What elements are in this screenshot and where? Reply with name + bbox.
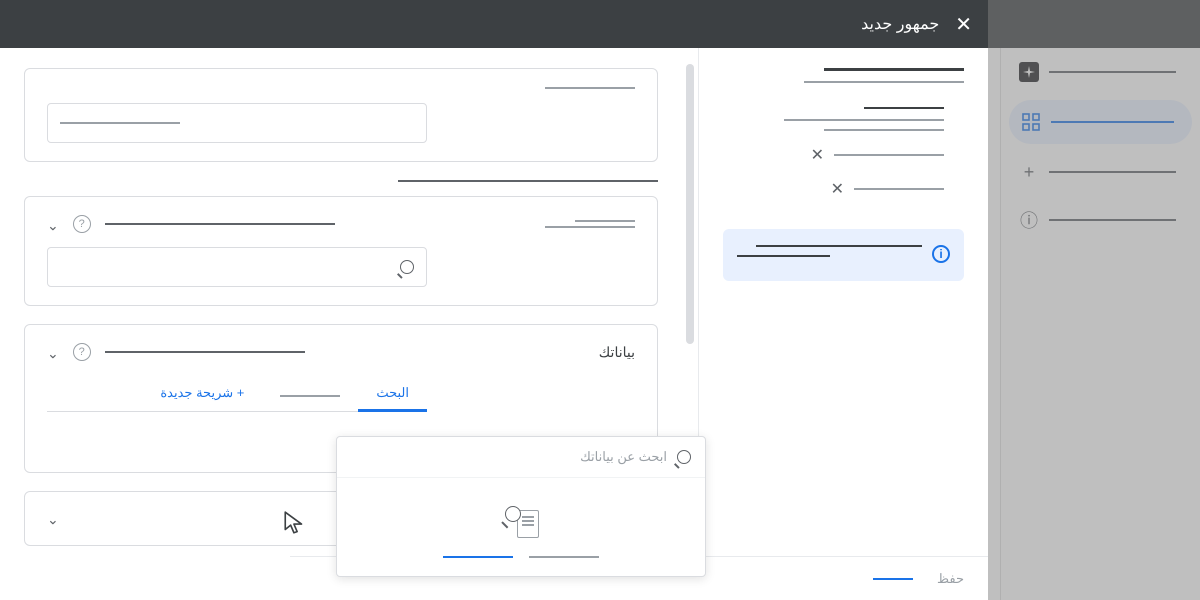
spark-icon	[1019, 62, 1039, 82]
remove-chip-icon[interactable]: ✕	[831, 179, 844, 199]
card1-label	[545, 87, 635, 89]
empty-state-link[interactable]	[443, 556, 513, 558]
right-nav-sidebar: + ⓘ	[1000, 48, 1200, 600]
chevron-up-icon[interactable]: ⌃	[47, 344, 59, 361]
info-callout: i	[723, 229, 964, 281]
remove-chip-icon[interactable]: ✕	[811, 145, 824, 165]
cursor-pointer	[282, 510, 308, 541]
nav-item-3[interactable]: +	[1001, 148, 1200, 196]
info-icon: i	[932, 245, 950, 263]
chevron-up-icon[interactable]: ⌃	[47, 510, 59, 527]
card3-description	[105, 351, 305, 353]
summary-side-panel: ✕ ✕ i	[698, 48, 988, 600]
tab-search[interactable]: البحث	[358, 375, 427, 411]
tab-new-segment[interactable]: + شريحة جديدة	[142, 375, 262, 411]
card2-label-1	[575, 220, 635, 222]
help-icon[interactable]: ?	[73, 343, 91, 361]
data-search-dropdown: ابحث عن بياناتك	[336, 436, 706, 577]
cancel-button[interactable]	[873, 578, 913, 580]
empty-state-text	[529, 556, 599, 558]
empty-state-illustration	[503, 506, 539, 542]
audience-name-input[interactable]	[47, 103, 427, 143]
your-data-title: بياناتك	[599, 344, 635, 361]
segment-card: ? ⌃	[24, 196, 658, 306]
search-placeholder: ابحث عن بياناتك	[351, 449, 667, 465]
help-icon[interactable]: ?	[73, 215, 91, 233]
scrollbar[interactable]	[686, 64, 694, 344]
search-icon	[400, 260, 414, 274]
save-button[interactable]: حفظ	[937, 571, 964, 587]
filter-chip-1[interactable]: ✕	[723, 145, 944, 165]
summary-heading-2	[864, 107, 944, 109]
info-outline-icon: ⓘ	[1019, 210, 1039, 230]
tab-browse[interactable]	[262, 375, 358, 411]
chevron-up-icon[interactable]: ⌃	[47, 216, 59, 233]
filter-chip-2[interactable]: ✕	[723, 179, 944, 199]
audience-name-card	[24, 68, 658, 162]
grid-icon	[1021, 112, 1041, 132]
nav-item-2-active[interactable]	[1009, 100, 1192, 144]
segment-search-input[interactable]	[47, 247, 427, 287]
search-icon	[677, 450, 691, 464]
dropdown-search-input[interactable]: ابحث عن بياناتك	[337, 437, 705, 478]
nav-item-1[interactable]	[1001, 48, 1200, 96]
modal-close-button[interactable]: ✕	[955, 12, 972, 37]
plus-icon: +	[1019, 162, 1039, 182]
nav-item-4[interactable]: ⓘ	[1001, 196, 1200, 244]
modal-title: جمهور جديد	[16, 14, 939, 34]
card2-description	[105, 223, 335, 225]
summary-heading-1	[824, 68, 964, 71]
card2-label-2	[545, 226, 635, 228]
